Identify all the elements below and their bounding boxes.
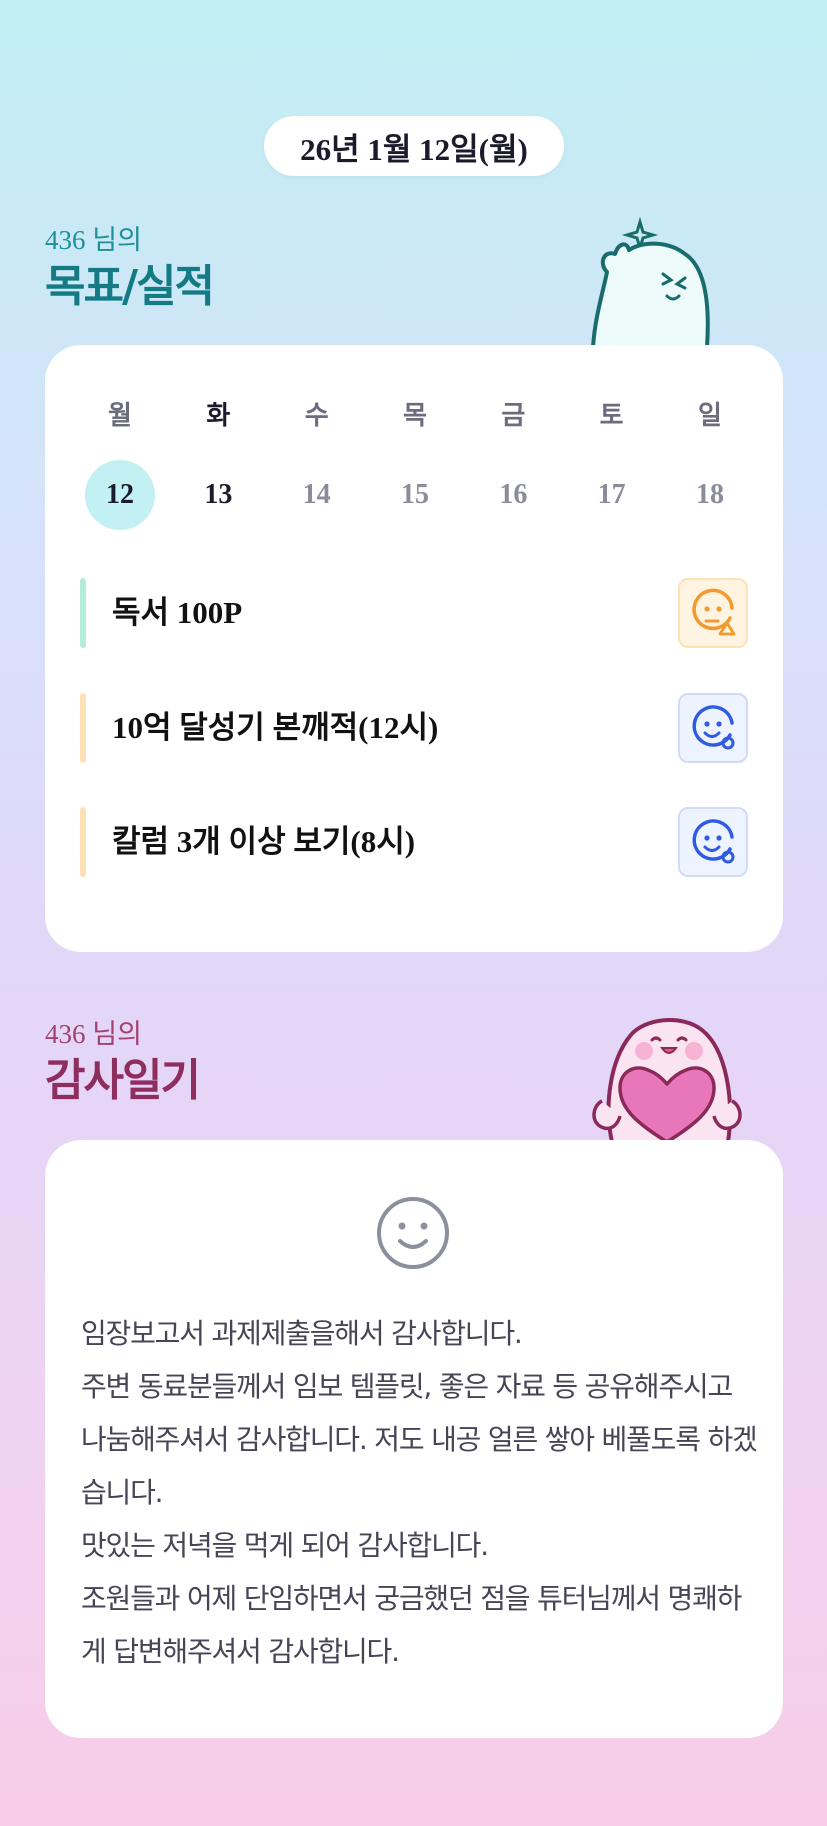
goal-label: 칼럼 3개 이상 보기(8시) [112,824,416,859]
goal-color-bar [80,807,86,877]
goal-label: 10억 달성기 본깨적(12시) [112,710,439,745]
goal-item[interactable]: 칼럼 3개 이상 보기(8시) [80,807,748,877]
date-cell[interactable]: 18 [675,460,745,530]
smile-face-dot-icon [692,819,735,864]
smile-face-icon [377,1197,449,1269]
diary-entry-text: 임장보고서 과제제출을해서 감사합니다. 주변 동료분들께서 임보 템플릿, 좋… [81,1317,758,1668]
goal-label: 독서 100P [112,595,243,630]
weekday-thu: 목 [403,401,427,431]
goal-status-button[interactable] [678,693,748,763]
goal-color-bar [80,693,86,763]
ghost-mascot-icon [591,216,710,347]
weekday-row: 월 화 수 목 금 토 일 [85,395,745,432]
weekday-wed: 수 [304,401,329,431]
goal-item[interactable]: 독서 100P [80,578,748,648]
weekday-mon: 월 [108,401,132,431]
goal-item[interactable]: 10억 달성기 본깨적(12시) [80,693,748,763]
goal-status-button[interactable] [678,807,748,877]
date-cell[interactable]: 16 [478,460,548,530]
date-cell[interactable]: 13 [183,460,253,530]
date-cell[interactable]: 15 [380,460,450,530]
meh-face-warning-icon [692,588,736,636]
weekday-sun: 일 [698,401,722,431]
smile-face-dot-icon [692,705,735,750]
date-row: 12 13 14 15 16 17 18 [85,460,745,530]
date-cell[interactable]: 14 [282,460,352,530]
diary-title: 감사일기 [45,1055,201,1106]
goals-card: 월 화 수 목 금 토 일 12 13 14 15 16 17 18 독서 10… [45,345,783,952]
goals-title: 목표/실적 [45,261,215,312]
goal-status-button[interactable] [678,578,748,648]
goal-color-bar [80,578,86,648]
heart-mascot-icon [592,1018,742,1142]
weekday-tue: 화 [206,401,231,431]
date-pill[interactable]: 26년 1월 12일(월) [264,116,564,176]
diary-card: 임장보고서 과제제출을해서 감사합니다. 주변 동료분들께서 임보 템플릿, 좋… [45,1140,783,1738]
date-cell[interactable]: 17 [577,460,647,530]
date-cell-selected[interactable]: 12 [85,460,155,530]
weekday-sat: 토 [599,401,624,431]
weekday-fri: 금 [501,401,526,431]
